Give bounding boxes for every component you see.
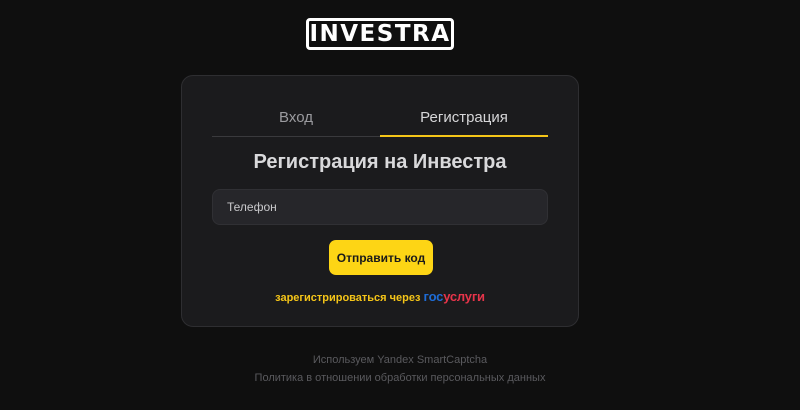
captcha-note: Используем Yandex SmartCaptcha [312, 354, 488, 366]
tab-login[interactable]: Вход [212, 106, 380, 136]
page: INVESTRA Вход Регистрация Регистрация на… [0, 0, 800, 410]
auth-card: Вход Регистрация Регистрация на Инвестра… [181, 75, 579, 327]
gosuslugi-prefix-text: зарегистрироваться через [275, 292, 421, 304]
page-title: Регистрация на Инвестра [253, 151, 507, 173]
phone-input[interactable] [212, 189, 548, 225]
gosuslugi-logo-part1: гос [423, 289, 444, 304]
investra-logo[interactable]: INVESTRA [306, 18, 454, 50]
gosuslugi-logo-part2: услуги [443, 289, 485, 304]
privacy-policy-link[interactable]: Политика в отношении обработки персональ… [0, 371, 800, 385]
gosuslugi-register-link[interactable]: зарегистрироваться через госуслуги [182, 289, 578, 306]
gosuslugi-logo: госуслуги [423, 289, 486, 304]
auth-tabs: Вход Регистрация [212, 106, 548, 137]
tab-registration[interactable]: Регистрация [380, 106, 548, 137]
send-code-button[interactable]: Отправить код [329, 240, 433, 275]
